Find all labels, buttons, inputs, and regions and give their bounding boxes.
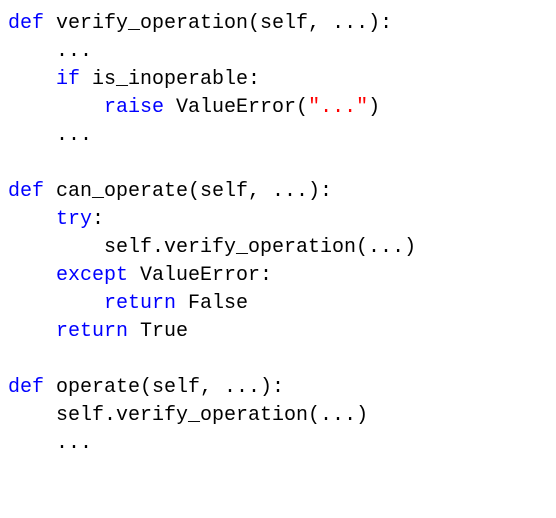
code-text: self.verify_operation(...) bbox=[56, 404, 368, 427]
code-text: ) bbox=[368, 96, 380, 119]
code-line: ... bbox=[8, 432, 92, 455]
keyword: def bbox=[8, 12, 44, 35]
code-line: except ValueError: bbox=[8, 264, 272, 287]
code-text: is_inoperable: bbox=[80, 68, 260, 91]
code-line: ... bbox=[8, 40, 92, 63]
code-line: self.verify_operation(...) bbox=[8, 404, 368, 427]
code-text: ... bbox=[56, 124, 92, 147]
keyword: if bbox=[56, 68, 80, 91]
keyword: return bbox=[104, 292, 176, 315]
code-line: raise ValueError("...") bbox=[8, 96, 380, 119]
code-line: try: bbox=[8, 208, 104, 231]
code-line: def operate(self, ...): bbox=[8, 376, 284, 399]
code-text: : bbox=[92, 208, 104, 231]
code-text: True bbox=[128, 320, 188, 343]
string-literal: "..." bbox=[308, 96, 368, 119]
keyword: try bbox=[56, 208, 92, 231]
code-text: ValueError( bbox=[164, 96, 308, 119]
code-line: if is_inoperable: bbox=[8, 68, 260, 91]
code-line: ... bbox=[8, 124, 92, 147]
code-text: ValueError: bbox=[128, 264, 272, 287]
code-text: ... bbox=[56, 432, 92, 455]
code-line: return True bbox=[8, 320, 188, 343]
code-line: self.verify_operation(...) bbox=[8, 236, 416, 259]
code-text: False bbox=[176, 292, 248, 315]
code-text: ... bbox=[56, 40, 92, 63]
code-text: operate(self, ...): bbox=[44, 376, 284, 399]
code-block: def verify_operation(self, ...): ... if … bbox=[0, 0, 556, 468]
code-line: return False bbox=[8, 292, 248, 315]
code-text: verify_operation(self, ...): bbox=[44, 12, 392, 35]
keyword: def bbox=[8, 180, 44, 203]
code-text: can_operate(self, ...): bbox=[44, 180, 332, 203]
keyword: return bbox=[56, 320, 128, 343]
code-text: self.verify_operation(...) bbox=[104, 236, 416, 259]
keyword: except bbox=[56, 264, 128, 287]
keyword: raise bbox=[104, 96, 164, 119]
code-line: def can_operate(self, ...): bbox=[8, 180, 332, 203]
keyword: def bbox=[8, 376, 44, 399]
code-line: def verify_operation(self, ...): bbox=[8, 12, 392, 35]
